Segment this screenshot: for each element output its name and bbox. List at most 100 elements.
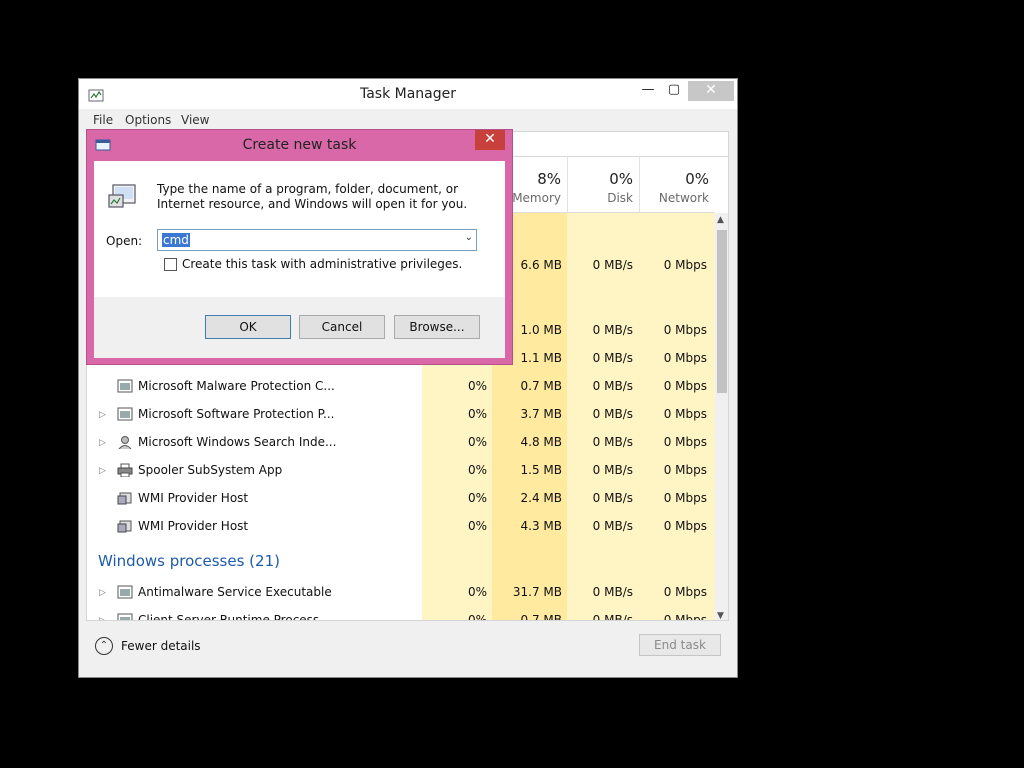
cpu-value: 0% — [467, 463, 487, 477]
menu-file[interactable]: File — [93, 113, 113, 127]
dialog-close-button[interactable]: ✕ — [475, 130, 505, 150]
disk-value: 0 MB/s — [592, 519, 633, 533]
disk-label: Disk — [607, 191, 633, 205]
disk-value: 0 MB/s — [592, 258, 633, 272]
close-button[interactable]: ✕ — [688, 81, 734, 101]
network-value: 0 Mbps — [663, 435, 707, 449]
memory-value: 0.7 MB — [520, 613, 562, 621]
network-value: 0 Mbps — [663, 323, 707, 337]
process-name: Antimalware Service Executable — [138, 585, 332, 599]
ok-button[interactable]: OK — [205, 315, 291, 339]
maximize-button[interactable]: ▢ — [661, 81, 687, 101]
wmi-icon — [117, 492, 132, 505]
scroll-up-icon[interactable]: ▲ — [717, 215, 724, 225]
memory-value: 1.5 MB — [520, 463, 562, 477]
title-bar[interactable]: Task Manager — ▢ ✕ — [79, 79, 737, 109]
process-name: Microsoft Malware Protection C... — [138, 379, 335, 393]
user-search-icon — [118, 436, 132, 449]
cpu-value: 0% — [467, 519, 487, 533]
table-row[interactable]: ▷ Spooler SubSystem App 0% 1.5 MB 0 MB/s 0 Mb… — [87, 457, 715, 485]
vertical-scrollbar[interactable]: ▲ ▼ — [715, 213, 728, 620]
table-row[interactable]: ▷ Client Server Runtime Process 0% 0.7 MB 0 … — [87, 607, 715, 621]
menu-view[interactable]: View — [181, 113, 209, 127]
printer-icon — [117, 463, 133, 477]
disk-value: 0 MB/s — [592, 463, 633, 477]
end-task-button[interactable]: End task — [639, 634, 721, 656]
table-row[interactable]: ▷ Microsoft Windows Search Inde... 0% 4.8 M… — [87, 429, 715, 457]
disk-value: 0 MB/s — [592, 407, 633, 421]
memory-value: 2.4 MB — [520, 491, 562, 505]
expand-arrow-icon[interactable]: ▷ — [99, 466, 106, 476]
network-value: 0 Mbps — [663, 407, 707, 421]
network-column-header[interactable]: 0% Network — [639, 156, 715, 212]
network-label: Network — [658, 191, 709, 205]
disk-value: 0 MB/s — [592, 379, 633, 393]
network-value: 0 Mbps — [663, 463, 707, 477]
memory-value: 0.7 MB — [520, 379, 562, 393]
network-value: 0 Mbps — [663, 613, 707, 621]
cancel-button[interactable]: Cancel — [299, 315, 385, 339]
cpu-value: 0% — [467, 435, 487, 449]
table-row[interactable]: Microsoft Malware Protection C... 0% 0.7 M… — [87, 373, 715, 401]
scroll-down-icon[interactable]: ▼ — [717, 611, 724, 620]
open-combobox[interactable]: cmd ⌄ — [157, 229, 477, 251]
network-percent: 0% — [685, 170, 709, 188]
network-value: 0 Mbps — [663, 519, 707, 533]
app-window-icon — [117, 407, 133, 421]
disk-value: 0 MB/s — [592, 435, 633, 449]
dialog-button-area: OK Cancel Browse... — [94, 297, 505, 358]
process-name: Microsoft Windows Search Inde... — [138, 435, 337, 449]
expand-arrow-icon[interactable]: ▷ — [99, 410, 106, 420]
network-value: 0 Mbps — [663, 351, 707, 365]
menu-bar: File Options View — [79, 109, 737, 131]
expand-arrow-icon[interactable]: ▷ — [99, 438, 106, 448]
table-row[interactable]: ▷ Microsoft Software Protection P... 0% 3.7… — [87, 401, 715, 429]
app-window-icon — [117, 379, 133, 393]
cpu-value: 0% — [467, 585, 487, 599]
process-name: Microsoft Software Protection P... — [138, 407, 335, 421]
cpu-value: 0% — [467, 379, 487, 393]
memory-value: 3.7 MB — [520, 407, 562, 421]
cpu-value: 0% — [467, 613, 487, 621]
disk-value: 0 MB/s — [592, 323, 633, 337]
dialog-body: Type the name of a program, folder, docu… — [94, 161, 505, 358]
network-value: 0 Mbps — [663, 258, 707, 272]
disk-value: 0 MB/s — [592, 351, 633, 365]
disk-percent: 0% — [609, 170, 633, 188]
memory-value: 4.3 MB — [520, 519, 562, 533]
menu-options[interactable]: Options — [125, 113, 171, 127]
open-label: Open: — [106, 234, 143, 248]
network-value: 0 Mbps — [663, 491, 707, 505]
fewer-details-link[interactable]: Fewer details — [121, 639, 201, 653]
minimize-button[interactable]: — — [635, 81, 661, 101]
chevron-up-icon[interactable]: ⌃ — [95, 637, 113, 655]
disk-value: 0 MB/s — [592, 585, 633, 599]
memory-value: 31.7 MB — [512, 585, 562, 599]
network-value: 0 Mbps — [663, 379, 707, 393]
wmi-icon — [117, 520, 132, 533]
process-name: WMI Provider Host — [138, 519, 249, 533]
memory-value: 4.8 MB — [520, 435, 562, 449]
process-name: Spooler SubSystem App — [138, 463, 283, 477]
expand-arrow-icon[interactable]: ▷ — [99, 616, 106, 620]
disk-column-header[interactable]: 0% Disk — [567, 156, 639, 212]
scrollbar-thumb[interactable] — [717, 230, 727, 393]
cpu-value: 0% — [467, 491, 487, 505]
footer: ⌃ Fewer details End task — [79, 623, 737, 677]
cpu-value: 0% — [467, 407, 487, 421]
admin-privileges-label[interactable]: Create this task with administrative pri… — [182, 257, 462, 271]
run-program-icon — [108, 184, 136, 208]
disk-value: 0 MB/s — [592, 613, 633, 621]
admin-privileges-checkbox[interactable] — [164, 258, 177, 271]
chevron-down-icon[interactable]: ⌄ — [465, 232, 473, 243]
expand-arrow-icon[interactable]: ▷ — [99, 588, 106, 598]
app-window-icon — [117, 585, 133, 599]
dialog-description: Type the name of a program, folder, docu… — [157, 182, 468, 211]
disk-value: 0 MB/s — [592, 491, 633, 505]
table-row[interactable]: WMI Provider Host 0% 4.3 MB 0 MB/s 0 Mbps — [87, 513, 715, 541]
browse-button[interactable]: Browse... — [394, 315, 480, 339]
group-header-windows-processes[interactable]: Windows processes (21) — [98, 552, 280, 570]
open-input-value[interactable]: cmd — [162, 233, 190, 247]
table-row[interactable]: WMI Provider Host 0% 2.4 MB 0 MB/s 0 Mbps — [87, 485, 715, 513]
table-row[interactable]: ▷ Antimalware Service Executable 0% 31.7 MB… — [87, 579, 715, 607]
